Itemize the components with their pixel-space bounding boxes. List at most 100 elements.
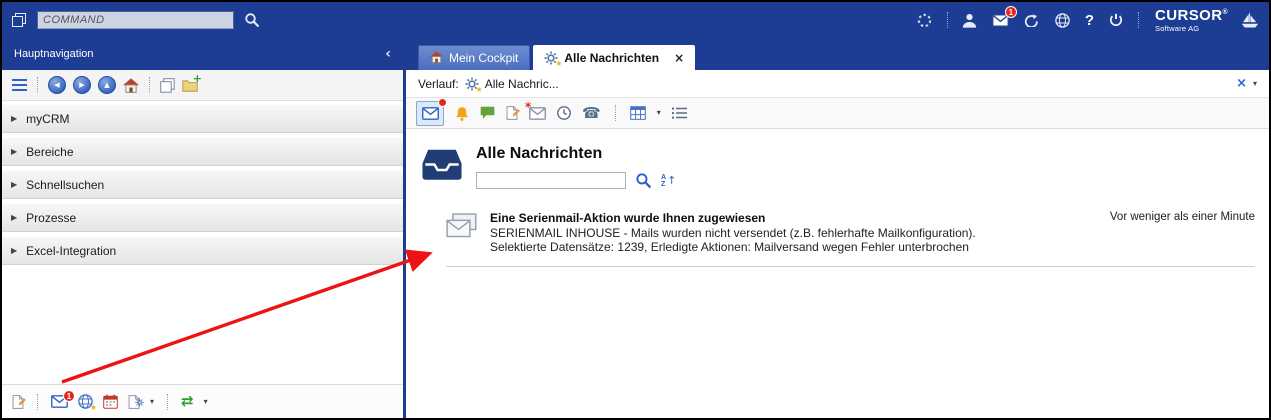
- sidebar-header: Hauptnavigation ‹: [2, 38, 403, 70]
- chevron-down-icon[interactable]: ▾: [150, 398, 154, 406]
- message-list-item[interactable]: Eine Serienmail-Aktion wurde Ihnen zugew…: [446, 211, 1255, 267]
- chat-icon[interactable]: [480, 106, 495, 120]
- gear-star-icon: ★: [544, 51, 558, 65]
- history-entry[interactable]: Alle Nachric...: [485, 77, 559, 91]
- sidebar-footer-toolbar: 1 ★ ▾ ⇄ ▾: [2, 384, 403, 418]
- tab-label: Mein Cockpit: [449, 51, 518, 65]
- mail-badge: 1: [1005, 6, 1017, 18]
- sidebar-item-mycrm[interactable]: ▶ myCRM: [2, 104, 403, 133]
- star-icon: ★: [555, 60, 562, 68]
- sort-icon[interactable]: AZ ↑: [661, 174, 676, 188]
- message-line-2: Selektierte Datensätze: 1239, Erledigte …: [490, 241, 976, 255]
- page-title: Alle Nachrichten: [476, 145, 676, 163]
- message-search-input[interactable]: [476, 172, 626, 189]
- sidebar-item-label: Excel-Integration: [26, 244, 116, 258]
- table-view-icon[interactable]: [630, 106, 646, 120]
- close-tab-icon[interactable]: ×: [674, 52, 684, 64]
- message-text-block: Eine Serienmail-Aktion wurde Ihnen zugew…: [490, 211, 976, 254]
- gear-icon: [135, 394, 144, 412]
- house-icon: [430, 51, 443, 66]
- tab-mein-cockpit[interactable]: Mein Cockpit: [418, 45, 530, 70]
- sync-icon[interactable]: ⇄: [181, 394, 194, 409]
- separator: [149, 77, 150, 93]
- pencil-icon: [512, 104, 521, 122]
- chevron-down-icon[interactable]: ▾: [1253, 80, 1257, 88]
- notification-dot: [438, 98, 447, 107]
- document-action-icon[interactable]: [128, 395, 140, 409]
- history-label: Verlauf:: [418, 77, 459, 91]
- sidebar-item-schnellsuchen[interactable]: ▶ Schnellsuchen: [2, 170, 403, 199]
- schedule-clock-icon[interactable]: [557, 106, 571, 120]
- sidebar-empty-area: [2, 265, 403, 384]
- back-button[interactable]: ◀: [48, 76, 66, 94]
- forward-button[interactable]: ▶: [73, 76, 91, 94]
- sidebar-item-label: Bereiche: [26, 145, 73, 159]
- menu-icon[interactable]: [12, 79, 27, 92]
- user-icon[interactable]: [961, 11, 979, 29]
- separator: [947, 12, 948, 28]
- triangle-right-icon: ▶: [11, 148, 17, 156]
- inbox-icon: [422, 148, 462, 189]
- tab-alle-nachrichten[interactable]: ★ Alle Nachrichten ×: [533, 45, 695, 70]
- plus-icon: +: [193, 73, 202, 84]
- search-icon[interactable]: [635, 172, 652, 189]
- power-icon[interactable]: [1107, 11, 1125, 29]
- top-bar: 1 ? CURSOR® Software AG: [2, 2, 1269, 38]
- tab-bar: Mein Cockpit ★ Alle Nachrichten ×: [406, 38, 1269, 70]
- globe-icon[interactable]: [1054, 11, 1072, 29]
- triangle-right-icon: ▶: [11, 181, 17, 189]
- search-row: AZ ↑: [476, 172, 676, 189]
- sidebar-item-label: Schnellsuchen: [26, 178, 104, 192]
- triangle-right-icon: ▶: [11, 115, 17, 123]
- sidebar: Hauptnavigation ‹ ◀ ▶ ▲ + ▶: [2, 38, 403, 418]
- sidebar-item-bereiche[interactable]: ▶ Bereiche: [2, 137, 403, 166]
- logo-subtitle: Software AG: [1155, 25, 1199, 33]
- note-icon[interactable]: [506, 106, 518, 120]
- separator: [37, 394, 38, 410]
- mail-icon[interactable]: 1: [992, 11, 1010, 29]
- messages-icon[interactable]: 1: [51, 395, 68, 408]
- chevron-down-icon[interactable]: ▾: [657, 109, 661, 117]
- home-icon[interactable]: [123, 78, 139, 93]
- red-asterisk-icon: *: [525, 101, 531, 113]
- copy-pages-icon[interactable]: [160, 78, 175, 93]
- messages-badge: 1: [63, 390, 75, 402]
- close-panel-icon[interactable]: ×: [1236, 77, 1247, 90]
- cursor-logo[interactable]: CURSOR® Software AG: [1155, 8, 1228, 33]
- help-icon[interactable]: ?: [1085, 12, 1094, 29]
- message-timestamp: Vor weniger als einer Minute: [1110, 211, 1255, 223]
- redo-icon[interactable]: [1023, 11, 1041, 29]
- star-icon: ★: [476, 86, 483, 94]
- message-toolbar: * ☎ ▾: [406, 98, 1269, 129]
- sidebar-item-label: Prozesse: [26, 211, 76, 225]
- reminder-bell-icon[interactable]: [455, 106, 469, 121]
- sidebar-title: Hauptnavigation: [14, 48, 94, 60]
- navigation-accordion: ▶ myCRM ▶ Bereiche ▶ Schnellsuchen ▶ Pro…: [2, 104, 403, 265]
- list-header: Alle Nachrichten AZ ↑: [422, 145, 1269, 189]
- new-folder-icon[interactable]: +: [182, 79, 198, 92]
- busy-spinner-icon: [916, 11, 934, 29]
- command-search-icon[interactable]: [243, 11, 261, 29]
- collapse-sidebar-icon[interactable]: ‹: [385, 47, 391, 61]
- list-view-icon[interactable]: [672, 107, 687, 119]
- tab-label: Alle Nachrichten: [564, 51, 659, 65]
- body-row: Hauptnavigation ‹ ◀ ▶ ▲ + ▶: [2, 38, 1269, 418]
- chevron-down-icon[interactable]: ▾: [204, 398, 208, 406]
- quick-note-icon[interactable]: [12, 395, 24, 409]
- inbox-messages-icon[interactable]: [416, 101, 444, 126]
- serial-mail-icon[interactable]: *: [529, 107, 546, 120]
- triangle-right-icon: ▶: [11, 214, 17, 222]
- sidebar-item-prozesse[interactable]: ▶ Prozesse: [2, 203, 403, 232]
- sailboat-logo-icon: [1241, 11, 1259, 29]
- message-title: Eine Serienmail-Aktion wurde Ihnen zugew…: [490, 211, 976, 225]
- command-input[interactable]: [37, 11, 234, 29]
- separator: [37, 77, 38, 93]
- sidebar-item-excel-integration[interactable]: ▶ Excel-Integration: [2, 236, 403, 265]
- phone-icon[interactable]: ☎: [582, 106, 601, 121]
- web-favorites-icon[interactable]: ★: [78, 394, 93, 409]
- separator: [615, 105, 616, 121]
- windows-icon[interactable]: [10, 11, 28, 29]
- calendar-icon[interactable]: [103, 394, 118, 409]
- separator: [1138, 12, 1139, 28]
- up-button[interactable]: ▲: [98, 76, 116, 94]
